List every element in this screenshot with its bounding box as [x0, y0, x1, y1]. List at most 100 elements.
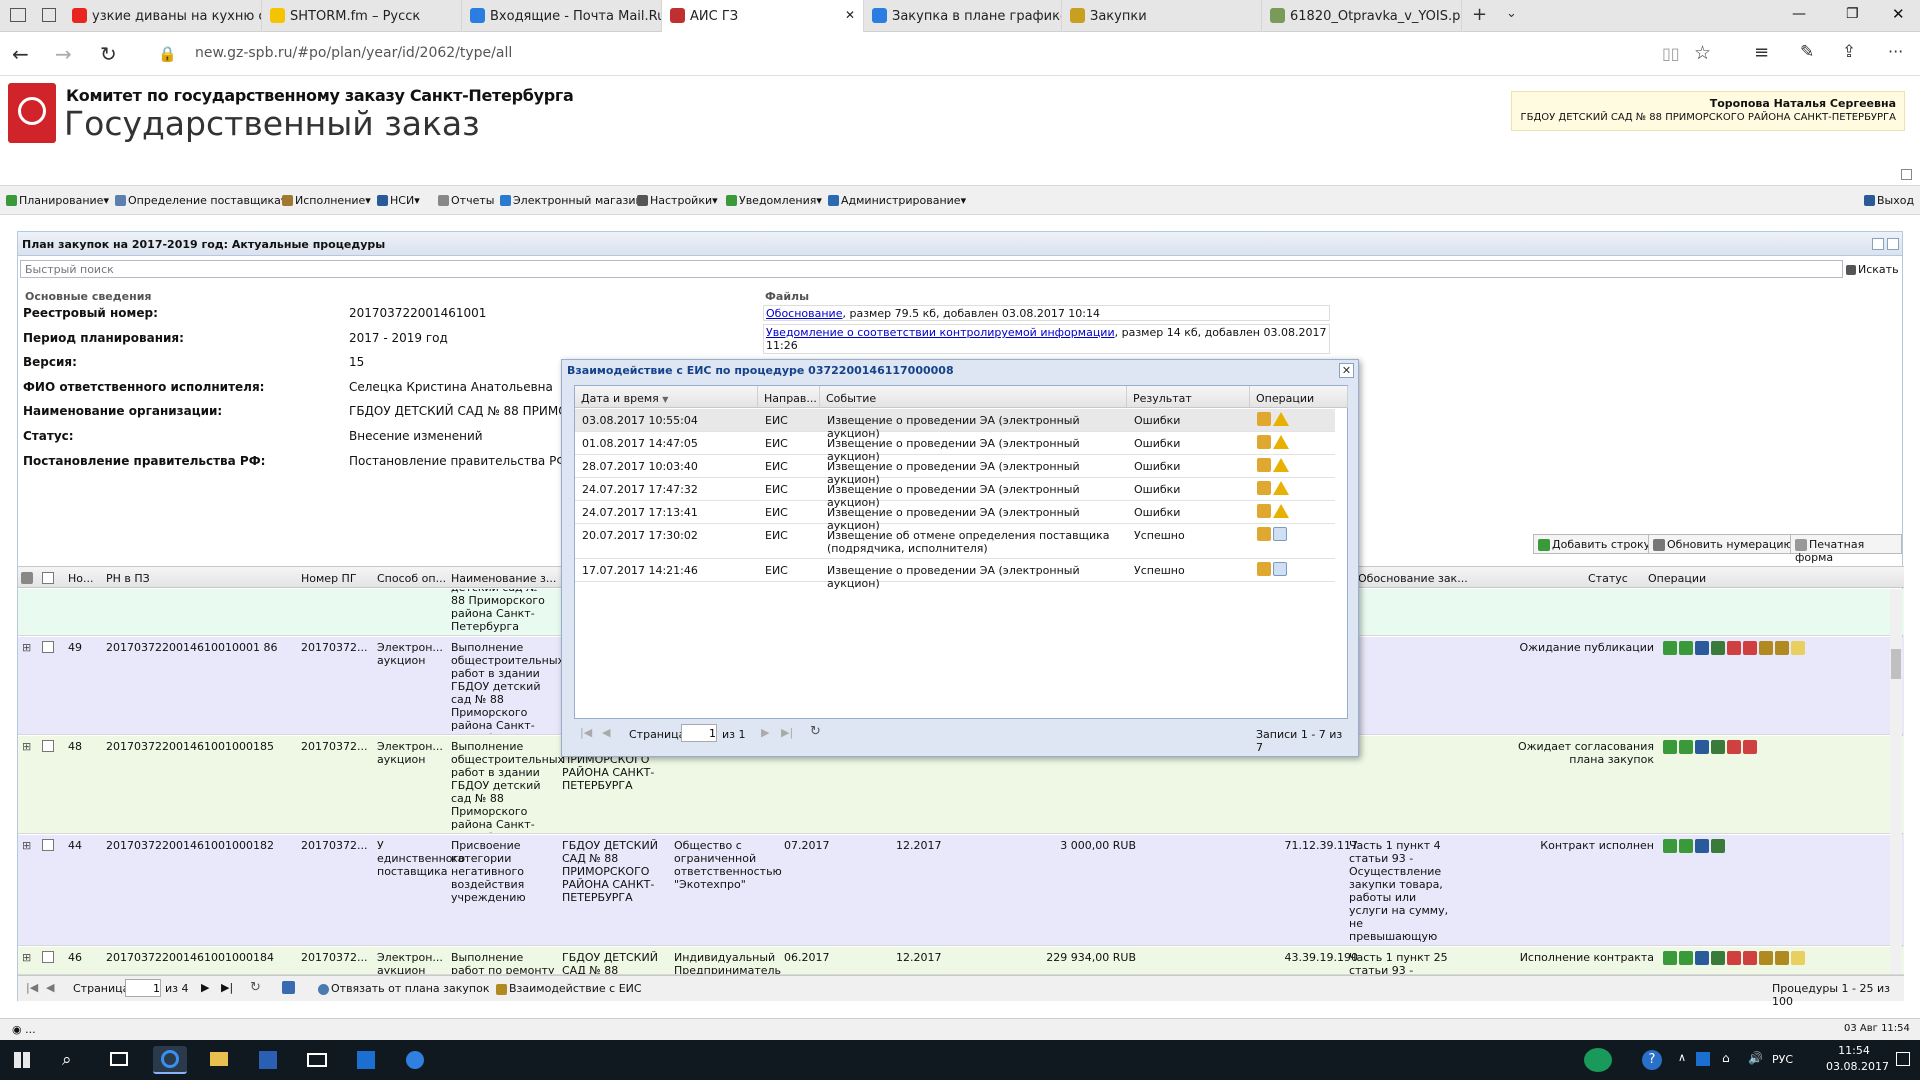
operation-icon[interactable]	[1727, 641, 1741, 655]
browser-tab[interactable]: Входящие - Почта Mail.Ru	[462, 0, 662, 32]
explorer-taskbar-icon[interactable]	[202, 1046, 236, 1074]
close-icon[interactable]: ✕	[1339, 363, 1354, 378]
select-all-checkbox[interactable]	[42, 572, 54, 584]
table-row[interactable]: ⊞ 46 201703722001461001000184 20170372... Эл…	[18, 947, 1904, 975]
scrollbar[interactable]	[1890, 589, 1902, 973]
menu-reports[interactable]: Отчеты	[438, 194, 494, 207]
last-page-icon[interactable]: ▶|	[781, 726, 793, 739]
operation-icon[interactable]	[1695, 839, 1709, 853]
close-tab-icon[interactable]: ✕	[845, 8, 855, 22]
operation-icon[interactable]	[1679, 839, 1693, 853]
col-pg[interactable]: Номер ПГ	[301, 572, 357, 585]
document-icon[interactable]	[1273, 527, 1287, 541]
package-icon[interactable]	[1257, 435, 1271, 449]
event-row[interactable]: 24.07.2017 17:47:32 ЕИС Извещение о провед…	[575, 478, 1335, 509]
refresh-icon[interactable]: ↻	[100, 42, 117, 66]
col-method[interactable]: Способ оп...	[377, 572, 446, 585]
language-indicator[interactable]: РУС	[1772, 1053, 1793, 1066]
warning-icon[interactable]	[1273, 412, 1289, 426]
windows-start-icon[interactable]	[14, 1052, 30, 1068]
package-icon[interactable]	[1257, 527, 1271, 541]
package-icon[interactable]	[1257, 481, 1271, 495]
menu-execution[interactable]: Исполнение▾	[282, 194, 371, 207]
menu-admin[interactable]: Администрирование▾	[828, 194, 966, 207]
quick-search-input[interactable]	[20, 260, 1843, 278]
operation-icon[interactable]	[1743, 740, 1757, 754]
row-checkbox[interactable]	[42, 641, 54, 653]
save-icon[interactable]	[282, 981, 295, 994]
operation-icon[interactable]	[1663, 951, 1677, 965]
expand-row-icon[interactable]: ⊞	[22, 641, 31, 654]
event-row[interactable]: 01.08.2017 14:47:05 ЕИС Извещение о провед…	[575, 432, 1335, 463]
col-rn[interactable]: РН в ПЗ	[106, 572, 150, 585]
tab-list-chevron-icon[interactable]: ⌄	[1506, 6, 1517, 21]
event-row[interactable]: 17.07.2017 14:21:46 ЕИС Извещение о провед…	[575, 559, 1335, 590]
renumber-button[interactable]: Обновить нумерацию	[1648, 534, 1798, 554]
col-name[interactable]: Наименование з...	[451, 572, 556, 585]
refresh-grid-icon[interactable]: ↻	[250, 980, 261, 995]
browser-tab[interactable]: 61820_Otpravka_v_YOIS.png	[1262, 0, 1462, 32]
col-datetime[interactable]: Дата и время ▼	[575, 386, 758, 408]
col-operations[interactable]: Операции	[1648, 572, 1706, 585]
tray-chevron-icon[interactable]: ∧	[1678, 1051, 1686, 1064]
warning-icon[interactable]	[1273, 458, 1289, 472]
close-window-button[interactable]: ✕	[1892, 5, 1905, 23]
refresh-icon[interactable]: ↻	[810, 724, 821, 739]
event-row[interactable]: 28.07.2017 10:03:40 ЕИС Извещение о провед…	[575, 455, 1335, 486]
file-link[interactable]: Уведомление о соответствии контролируемо…	[766, 326, 1115, 339]
notifications-icon[interactable]	[1896, 1052, 1910, 1066]
page-input[interactable]	[681, 724, 717, 742]
monitor-tray-icon[interactable]	[1584, 1048, 1612, 1072]
panel-refresh-icon[interactable]	[1887, 238, 1899, 250]
back-icon[interactable]: ←	[12, 42, 29, 66]
restore-button[interactable]: ❐	[1846, 6, 1859, 22]
event-row[interactable]: 03.08.2017 10:55:04 ЕИС Извещение о провед…	[575, 409, 1335, 440]
expand-row-icon[interactable]: ⊞	[22, 951, 31, 964]
operation-icon[interactable]	[1663, 839, 1677, 853]
next-page-icon[interactable]: ▶	[201, 981, 209, 994]
col-operations[interactable]: Операции	[1250, 386, 1348, 408]
scrollbar-thumb[interactable]	[1891, 649, 1901, 679]
eis-button[interactable]: Взаимодействие с ЕИС	[496, 982, 642, 995]
help-tray-icon[interactable]: ?	[1642, 1050, 1662, 1070]
next-page-icon[interactable]: ▶	[761, 726, 769, 739]
browser-tab[interactable]: SHTORM.fm – Русск	[262, 0, 462, 32]
operation-icon[interactable]	[1711, 951, 1725, 965]
operation-icon[interactable]	[1791, 641, 1805, 655]
package-icon[interactable]	[1257, 504, 1271, 518]
outlook-tray-icon[interactable]	[1696, 1052, 1710, 1066]
unlink-button[interactable]: Отвязать от плана закупок	[318, 982, 489, 995]
favorite-star-icon[interactable]: ☆	[1694, 42, 1711, 64]
share-icon[interactable]: ⇪	[1842, 42, 1856, 62]
col-status[interactable]: Статус	[1588, 572, 1628, 585]
document-icon[interactable]	[1273, 562, 1287, 576]
col-event[interactable]: Событие	[820, 386, 1127, 408]
operation-icon[interactable]	[1663, 740, 1677, 754]
menu-planning[interactable]: Планирование▾	[6, 194, 109, 207]
operation-icon[interactable]	[1679, 740, 1693, 754]
prev-page-icon[interactable]: ◀	[46, 981, 54, 994]
operation-icon[interactable]	[1775, 951, 1789, 965]
hub-icon[interactable]: ≡	[1754, 42, 1769, 63]
first-page-icon[interactable]: |◀	[26, 981, 38, 994]
package-icon[interactable]	[1257, 562, 1271, 576]
package-icon[interactable]	[1257, 412, 1271, 426]
search-button[interactable]: Искать	[1846, 263, 1899, 276]
volume-tray-icon[interactable]: 🔊	[1748, 1051, 1763, 1065]
menu-nsi[interactable]: НСИ▾	[377, 194, 420, 207]
operation-icon[interactable]	[1695, 740, 1709, 754]
new-tab-button[interactable]: +	[1472, 4, 1487, 25]
tray-clock[interactable]: 11:54 03.08.2017	[1826, 1044, 1889, 1073]
last-page-icon[interactable]: ▶|	[221, 981, 233, 994]
operation-icon[interactable]	[1679, 951, 1693, 965]
warning-icon[interactable]	[1273, 504, 1289, 518]
operation-icon[interactable]	[1759, 951, 1773, 965]
word-taskbar-icon[interactable]	[251, 1046, 285, 1074]
app-taskbar-icon[interactable]	[398, 1046, 432, 1074]
outlook-taskbar-icon[interactable]	[349, 1046, 383, 1074]
panel-collapse-icon[interactable]	[1872, 238, 1884, 250]
operation-icon[interactable]	[1775, 641, 1789, 655]
table-row[interactable]: ⊞ 44 201703722001461001000182 20170372... У …	[18, 835, 1904, 946]
prev-page-icon[interactable]: ◀	[602, 726, 610, 739]
col-result[interactable]: Результат	[1127, 386, 1250, 408]
